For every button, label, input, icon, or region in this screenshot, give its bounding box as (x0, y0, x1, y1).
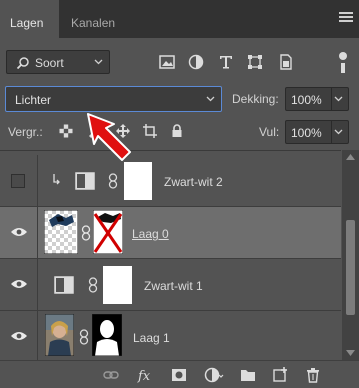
trash-icon[interactable] (305, 367, 321, 383)
annotation-arrow (87, 113, 131, 161)
mask-link-icon[interactable] (108, 173, 118, 189)
panel-menu-icon[interactable] (339, 12, 353, 24)
opacity-value: 100% (291, 93, 322, 107)
tab-channels[interactable]: Kanalen (60, 0, 125, 38)
image-filter-icon[interactable] (159, 54, 175, 70)
fx-layer-style-icon[interactable]: fx (137, 367, 155, 383)
adjustment-filter-icon[interactable] (188, 54, 204, 70)
chevron-down-icon (94, 59, 103, 65)
mask-link-icon[interactable] (88, 277, 98, 293)
layer-row-laag-1[interactable]: Laag 1 (0, 311, 341, 363)
clipping-mask-icon (53, 174, 60, 185)
black-white-adjustment-icon (75, 172, 95, 190)
layer-name[interactable]: Zwart-wit 1 (144, 279, 203, 293)
lock-all-icon[interactable] (170, 124, 184, 138)
opacity-label: Dekking: (232, 92, 279, 106)
fill-label: Vul: (259, 125, 280, 139)
mask-link-icon[interactable] (79, 329, 89, 345)
eye-icon[interactable] (10, 225, 28, 239)
layer-thumbnail[interactable] (44, 210, 78, 254)
layer-name[interactable]: Zwart-wit 2 (164, 175, 223, 189)
chevron-down-icon (334, 129, 343, 135)
layer-row-laag-0[interactable]: Laag 0 (0, 207, 341, 259)
layer-row-zwart-wit-2[interactable]: Zwart-wit 2 (0, 155, 341, 207)
filter-toggle-icon[interactable] (339, 52, 347, 60)
search-icon (16, 57, 29, 70)
chevron-down-icon (206, 96, 215, 102)
new-group-folder-icon[interactable] (240, 367, 256, 383)
new-adjustment-layer-icon[interactable] (204, 367, 224, 383)
eye-icon[interactable] (10, 277, 28, 291)
layers-footer-toolbar: fx (0, 360, 359, 388)
eye-icon[interactable] (10, 329, 28, 343)
scroll-down-icon[interactable] (346, 350, 355, 356)
scroll-up-icon[interactable] (346, 154, 355, 160)
filter-toggle-bar[interactable] (341, 63, 345, 73)
mask-link-icon[interactable] (81, 225, 91, 241)
layer-name[interactable]: Laag 0 (132, 227, 169, 241)
svg-text:fx: fx (137, 369, 151, 383)
chevron-down-icon (334, 96, 343, 102)
layer-mask-thumbnail[interactable] (103, 266, 132, 304)
lock-label: Vergr.: (8, 125, 43, 139)
layers-list: Zwart-wit 2 Laag 0 Zwart-wit 1 Laag 1 (0, 150, 341, 363)
shape-filter-icon[interactable] (247, 54, 263, 70)
visibility-toggle-off[interactable] (11, 174, 25, 188)
layer-thumbnail[interactable] (45, 314, 74, 356)
link-layers-icon[interactable] (103, 367, 119, 383)
fill-value: 100% (291, 126, 322, 140)
lock-artboard-icon[interactable] (143, 124, 157, 138)
tab-layers[interactable]: Lagen (0, 0, 59, 38)
panel-tab-bar: Lagen Kanalen (0, 0, 359, 38)
layer-row-zwart-wit-1[interactable]: Zwart-wit 1 (0, 259, 341, 311)
type-filter-icon[interactable] (218, 54, 234, 70)
black-white-adjustment-icon (54, 276, 74, 294)
filter-kind-label: Soort (35, 56, 64, 70)
blend-mode-value: Lichter (15, 93, 52, 107)
layer-mask-thumbnail[interactable] (92, 314, 122, 356)
add-mask-icon[interactable] (171, 367, 187, 383)
scrollbar-thumb[interactable] (346, 220, 355, 315)
new-layer-icon[interactable] (272, 367, 288, 383)
smart-object-filter-icon[interactable] (278, 54, 294, 70)
layers-scrollbar[interactable] (342, 150, 359, 360)
fill-field[interactable]: 100% (285, 120, 349, 144)
opacity-field[interactable]: 100% (285, 87, 349, 111)
layer-mask-thumbnail[interactable] (124, 162, 152, 200)
layer-name[interactable]: Laag 1 (133, 331, 170, 345)
filter-kind-select[interactable]: Soort (6, 50, 110, 74)
layer-mask-thumbnail[interactable] (93, 210, 123, 254)
